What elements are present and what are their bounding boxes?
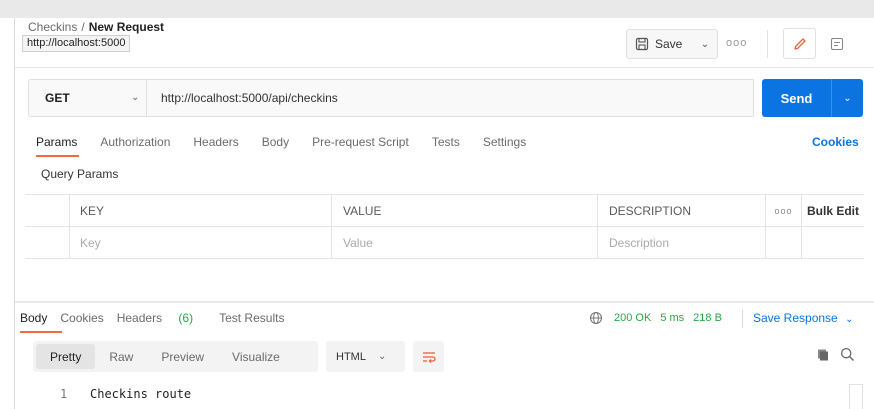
- column-header-value: VALUE: [331, 195, 597, 227]
- line-number: 1: [60, 387, 68, 401]
- save-label: Save: [655, 37, 683, 51]
- value-input[interactable]: Value: [331, 227, 597, 259]
- table-header-row: KEY VALUE DESCRIPTION ooo Bulk Edit: [25, 195, 864, 227]
- format-label: HTML: [336, 350, 366, 363]
- edit-button[interactable]: [783, 28, 816, 59]
- status-code[interactable]: 200 OK: [614, 312, 651, 324]
- save-button[interactable]: Save: [627, 30, 693, 58]
- response-tab-body[interactable]: Body: [20, 311, 47, 325]
- wrap-lines-button[interactable]: [413, 341, 444, 372]
- checkbox-column: [25, 195, 69, 227]
- key-input[interactable]: Key: [69, 227, 331, 259]
- scrollbar[interactable]: [849, 384, 863, 409]
- copy-icon[interactable]: [816, 348, 830, 365]
- save-icon: [635, 37, 649, 51]
- tab-tests[interactable]: Tests: [432, 135, 460, 149]
- breadcrumb: Checkins / New Request: [28, 20, 164, 34]
- headers-count-badge: (6): [178, 311, 194, 325]
- line-text: Checkins route: [90, 387, 192, 401]
- request-tabs: Params Authorization Headers Body Pre-re…: [36, 135, 549, 149]
- chevron-down-icon: ⌄: [700, 38, 710, 50]
- response-tab-test-results[interactable]: Test Results: [219, 311, 284, 325]
- send-button[interactable]: Send: [762, 79, 832, 117]
- documentation-button[interactable]: [825, 32, 849, 56]
- request-title[interactable]: New Request: [89, 20, 164, 34]
- query-params-table: KEY VALUE DESCRIPTION ooo Bulk Edit Key …: [25, 194, 864, 259]
- url-value: http://localhost:5000/api/checkins: [161, 91, 338, 105]
- response-size[interactable]: 218 B: [693, 312, 722, 324]
- pencil-icon: [793, 37, 806, 50]
- more-options-button[interactable]: ooo: [726, 37, 747, 49]
- view-visualize[interactable]: Visualize: [218, 344, 294, 369]
- response-body-line: 1 Checkins route: [60, 387, 191, 401]
- active-response-tab-indicator: [20, 331, 62, 333]
- view-preview[interactable]: Preview: [147, 344, 218, 369]
- wrap-lines-icon: [422, 351, 436, 363]
- bulk-edit-button[interactable]: Bulk Edit: [801, 195, 864, 227]
- send-group: Send ⌄: [762, 79, 863, 117]
- tab-pre-request-script[interactable]: Pre-request Script: [312, 135, 409, 149]
- chevron-down-icon: ⌄: [845, 314, 854, 325]
- save-response-label: Save Response: [753, 311, 838, 325]
- breadcrumb-separator: /: [81, 20, 85, 34]
- comment-icon: [830, 37, 844, 51]
- column-header-description: DESCRIPTION: [597, 195, 765, 227]
- save-dropdown-button[interactable]: ⌄: [693, 30, 717, 58]
- url-tooltip: http://localhost:5000: [22, 35, 131, 52]
- row-spacer: [765, 227, 801, 259]
- chevron-down-icon: ⌄: [377, 351, 387, 362]
- more-icon: ooo: [774, 206, 793, 216]
- breadcrumb-collection[interactable]: Checkins: [28, 20, 77, 34]
- response-time[interactable]: 5 ms: [660, 312, 684, 324]
- chevron-down-icon: ⌄: [843, 92, 852, 104]
- send-dropdown-button[interactable]: ⌄: [832, 79, 863, 117]
- tab-headers[interactable]: Headers: [193, 135, 238, 149]
- divider: [742, 310, 743, 328]
- tab-body[interactable]: Body: [262, 135, 289, 149]
- search-icon[interactable]: [840, 347, 855, 365]
- pane-resize-handle[interactable]: [15, 301, 874, 303]
- column-header-key: KEY: [69, 195, 331, 227]
- response-status: 200 OK 5 ms 218 B: [614, 312, 731, 324]
- tab-settings[interactable]: Settings: [483, 135, 526, 149]
- divider: [767, 30, 768, 58]
- save-response-button[interactable]: Save Response ⌄: [753, 311, 853, 325]
- response-view-switcher: Pretty Raw Preview Visualize: [33, 341, 318, 372]
- method-select[interactable]: GET ⌄: [28, 79, 146, 117]
- query-params-title: Query Params: [41, 167, 119, 181]
- response-tab-cookies[interactable]: Cookies: [60, 311, 103, 325]
- chevron-down-icon: ⌄: [131, 92, 140, 103]
- tab-authorization[interactable]: Authorization: [100, 135, 170, 149]
- view-raw[interactable]: Raw: [95, 344, 147, 369]
- active-tab-indicator: [36, 155, 79, 157]
- view-pretty[interactable]: Pretty: [36, 344, 96, 369]
- window-top-strip: [0, 0, 874, 18]
- response-tabs: Body Cookies Headers (6) Test Results: [20, 311, 297, 325]
- url-input[interactable]: http://localhost:5000/api/checkins: [146, 79, 754, 117]
- globe-icon[interactable]: [589, 311, 603, 328]
- table-row: Key Value Description: [25, 227, 864, 259]
- tab-params[interactable]: Params: [36, 135, 77, 149]
- description-input[interactable]: Description: [597, 227, 765, 259]
- format-select[interactable]: HTML ⌄: [326, 341, 405, 372]
- method-label: GET: [45, 91, 70, 105]
- response-tab-headers-label: Headers: [116, 311, 163, 325]
- cookies-link[interactable]: Cookies: [812, 135, 859, 149]
- save-group: Save ⌄: [626, 29, 718, 59]
- response-tab-headers[interactable]: Headers (6): [117, 311, 206, 325]
- header-divider: [15, 67, 874, 68]
- column-options-button[interactable]: ooo: [765, 195, 801, 227]
- row-spacer: [801, 227, 864, 259]
- row-checkbox-cell: [25, 227, 69, 259]
